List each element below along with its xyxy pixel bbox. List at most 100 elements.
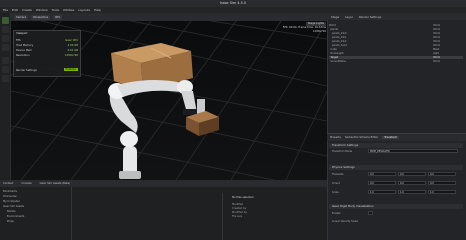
stage-tree-row[interactable]: GroundPlane Xform [329, 60, 463, 63]
hud-mode-label: Render Settings [16, 69, 37, 72]
stage-tree-row[interactable]: panda_link0 Xform [329, 32, 463, 35]
menu-tools[interactable]: Tools [52, 8, 59, 12]
stage-row-label: World [329, 24, 336, 27]
menu-file[interactable]: File [3, 8, 8, 12]
stage-tree-row[interactable]: Target Xform [329, 56, 463, 60]
hud-gpu-label: Device Mem [16, 49, 33, 52]
folder-omniverse[interactable]: Omniverse [3, 195, 17, 198]
translate-z[interactable]: 0.0 [428, 172, 456, 176]
linear-velocity-label: Linear Velocity Scale [332, 220, 358, 223]
stage-tree-row[interactable]: panda_link1 Xform [329, 36, 463, 39]
tab-console[interactable]: Console [21, 182, 31, 185]
physics-settings-section[interactable]: Physics Settings [329, 165, 463, 170]
tab-isaac-assets[interactable]: Isaac Sim Assets (Beta) [40, 182, 71, 185]
hud-mode-toggle[interactable]: Enabled [63, 68, 78, 71]
menu-window[interactable]: Window [36, 8, 48, 12]
hud-fps-label: FPS [16, 39, 21, 42]
title-bar: Isaac Sim 4.5.0 [0, 0, 466, 7]
tab-property[interactable]: Property [330, 136, 341, 139]
folder-environments[interactable]: Environments [7, 215, 24, 218]
play-icon[interactable] [2, 57, 9, 64]
folder-props[interactable]: Props [7, 220, 14, 223]
menu-help[interactable]: Help [94, 8, 101, 12]
move-tool-icon[interactable] [2, 26, 9, 33]
file-list[interactable] [72, 193, 222, 240]
folder-isaac-assets[interactable]: Isaac Sim Assets [3, 205, 24, 208]
folder-robots[interactable]: Robots [7, 210, 16, 213]
stage-tree-row[interactable]: Cube Mesh [329, 48, 463, 51]
stage-row-label: panda [329, 28, 338, 31]
rotate-tool-icon[interactable] [2, 35, 9, 42]
stage-row-type: Xform [433, 24, 441, 27]
stop-icon[interactable] [2, 75, 9, 82]
stage-row-type: Xform [433, 60, 441, 63]
menu-create[interactable]: Create [22, 8, 32, 12]
stage-row-type: Light [433, 52, 439, 55]
translate-label: Translate [332, 173, 344, 176]
tab-content[interactable]: Content [3, 182, 13, 185]
property-tabs: Property Semantics Schema Editor Transfo… [327, 134, 466, 141]
transform-settings-section[interactable]: Transform Settings [329, 143, 463, 148]
stage-tree-row[interactable]: panda_link2 Xform [329, 40, 463, 43]
enable-checkbox[interactable] [368, 211, 373, 215]
enable-label: Enable [332, 212, 341, 215]
stage-row-type: Mesh [433, 48, 440, 51]
stage-tree-row[interactable]: World Xform [329, 24, 463, 27]
orient-x[interactable]: 0.0 [368, 181, 396, 185]
stage-row-label: DomeLight [329, 52, 344, 55]
tab-layer[interactable]: Layer [345, 15, 353, 19]
stage-row-type: Xform [433, 32, 441, 35]
scale-z[interactable]: 1.0 [428, 190, 456, 194]
transform-mode-field[interactable]: PRIM_RESOLVED [368, 149, 458, 153]
scale-tool-icon[interactable] [2, 44, 9, 51]
renderer-menu[interactable]: RTX [53, 14, 63, 20]
info-created-by: Created by [232, 207, 247, 210]
tab-semantics[interactable]: Semantics Schema Editor [345, 136, 378, 139]
stage-tree-row[interactable]: panda Xform [329, 28, 463, 31]
select-tool-icon[interactable] [2, 17, 9, 24]
orient-y[interactable]: 0.0 [398, 181, 426, 185]
rigid-body-viz-section[interactable]: Isaac Rigid Body Visualization [329, 204, 463, 209]
orient-z[interactable]: 0.0 [428, 181, 456, 185]
stage-row-type: Xform [433, 40, 441, 43]
orient-label: Orient [332, 182, 340, 185]
stage-row-type: Xform [433, 36, 441, 39]
hud-fps-value: Isaac CPU [65, 39, 78, 42]
stage-row-label: panda_link0 [329, 32, 347, 35]
menu-layouts[interactable]: Layouts [78, 8, 90, 12]
scale-label: Scale [332, 191, 339, 194]
stats-line-3: 1280x720 [312, 30, 326, 33]
perspective-menu[interactable]: Perspective [31, 14, 51, 20]
menu-edit[interactable]: Edit [12, 8, 18, 12]
info-file-size: File size [232, 215, 243, 218]
stage-tree-row[interactable]: DomeLight Light [329, 52, 463, 55]
hud-res-value: 1280x720 [64, 54, 78, 57]
stage-row-label: panda_link1 [329, 36, 347, 39]
folder-bookmarks[interactable]: Bookmarks [3, 190, 17, 193]
hud-mem-value: 2.00 GB [67, 44, 78, 47]
file-info: No files selected Modified Created by Mo… [222, 193, 327, 240]
scale-y[interactable]: 1.0 [398, 190, 426, 194]
stage-row-label: panda_hand [329, 44, 347, 47]
stage-row-type: Xform [433, 56, 441, 59]
translate-y[interactable]: 0.0 [398, 172, 426, 176]
hud-res-label: Resolution [16, 54, 30, 57]
translate-x[interactable]: 0.0 [368, 172, 396, 176]
tab-render-settings[interactable]: Render Settings [359, 15, 381, 19]
tab-stage[interactable]: Stage [331, 15, 339, 19]
hud-mem-label: Host Memory [16, 44, 34, 47]
info-modified: Modified [232, 203, 244, 206]
hud-gpu-value: 0.61 GB [67, 49, 78, 52]
camera-menu[interactable]: Camera [14, 14, 29, 20]
viewport-stats: Stage Lights FPS: 60.00, Frame time: 16.… [270, 22, 326, 34]
tab-transform[interactable]: Transform [382, 136, 400, 139]
stage-tabs: Stage Layer Render Settings [327, 13, 466, 20]
menu-utilities[interactable]: Utilities [63, 8, 74, 12]
folder-my-computer[interactable]: My Computer [3, 200, 20, 203]
pause-icon[interactable] [2, 66, 9, 73]
stage-tree-row[interactable]: panda_hand Xform [329, 44, 463, 47]
stage-row-type: Xform [433, 44, 441, 47]
scale-x[interactable]: 1.0 [368, 190, 396, 194]
stage-row-label: panda_link2 [329, 40, 347, 43]
stage-row-label: GroundPlane [329, 60, 346, 63]
